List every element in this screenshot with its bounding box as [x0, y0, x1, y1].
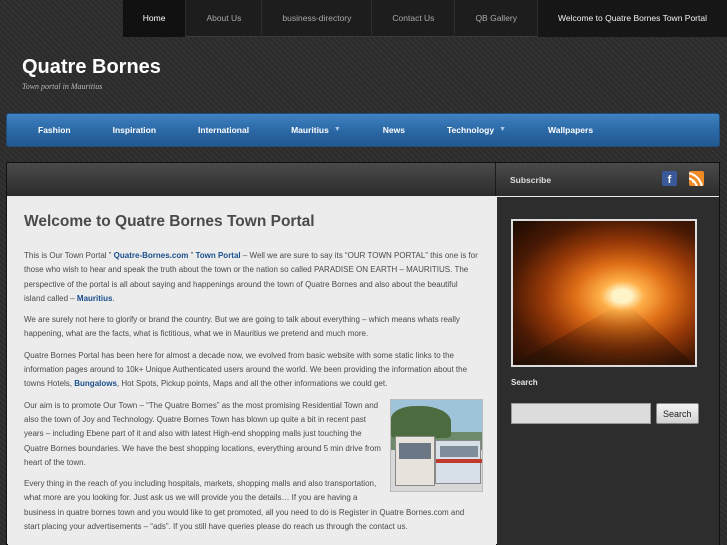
main-menu: Fashion Inspiration International Maurit… [6, 113, 720, 147]
menu-item-label: Inspiration [112, 125, 157, 135]
content-header-bar: Subscribe f [7, 163, 719, 196]
header-bar-left [7, 163, 496, 196]
menu-item-label: News [382, 125, 405, 135]
menu-item-news[interactable]: News [362, 113, 426, 147]
post-paragraph: Quatre Bornes Portal has been here for a… [24, 350, 468, 389]
topnav-contact-us[interactable]: Contact Us [371, 0, 454, 37]
facebook-icon[interactable]: f [662, 171, 677, 186]
sidebar: Search Search [497, 197, 719, 545]
search-button[interactable]: Search [656, 403, 699, 424]
tunnel-photo [511, 219, 697, 367]
content-wrapper: Subscribe f Welcome to Quatre Bornes Tow… [6, 162, 720, 545]
topnav-business-directory[interactable]: business-directory [261, 0, 371, 37]
search-form: Search [511, 403, 706, 424]
bus-photo [390, 398, 483, 492]
menu-item-fashion[interactable]: Fashion [17, 113, 92, 147]
menu-item-label: Technology [447, 125, 495, 135]
main-post: Welcome to Quatre Bornes Town Portal Thi… [8, 197, 496, 545]
menu-item-technology[interactable]: Technology ▼ [426, 113, 527, 147]
menu-item-label: Wallpapers [548, 125, 594, 135]
menu-item-mauritius[interactable]: Mauritius ▼ [270, 113, 362, 147]
post-paragraph: This is Our Town Portal ” Quatre-Bornes.… [24, 251, 478, 303]
rss-icon[interactable] [689, 171, 704, 186]
menu-item-label: International [198, 125, 250, 135]
chevron-down-icon: ▼ [333, 126, 341, 133]
site-tagline: Town portal in Mauritius [22, 82, 103, 91]
topnav-welcome[interactable]: Welcome to Quatre Bornes Town Portal [537, 0, 727, 37]
menu-item-label: Mauritius [291, 125, 329, 135]
chevron-down-icon: ▼ [499, 126, 507, 133]
link-bungalows[interactable]: Bungalows [74, 379, 117, 388]
post-title: Welcome to Quatre Bornes Town Portal [24, 213, 315, 230]
menu-item-inspiration[interactable]: Inspiration [92, 113, 177, 147]
topnav-home[interactable]: Home [121, 0, 186, 37]
post-paragraph: We are surely not here to glorify or bra… [24, 315, 460, 339]
link-town-portal[interactable]: Town Portal [195, 251, 240, 260]
subscribe-label: Subscribe [510, 174, 552, 185]
header-bar-right: Subscribe f [496, 163, 719, 196]
search-input[interactable] [511, 403, 651, 424]
menu-item-label: Fashion [38, 125, 71, 135]
topnav-about-us[interactable]: About Us [185, 0, 261, 37]
search-label: Search [511, 378, 538, 387]
site-title[interactable]: Quatre Bornes [22, 56, 161, 79]
link-quatre-bornes-com[interactable]: Quatre-Bornes.com [114, 251, 189, 260]
topnav-qb-gallery[interactable]: QB Gallery [454, 0, 537, 37]
top-navigation: Home About Us business-directory Contact… [121, 0, 727, 37]
menu-item-international[interactable]: International [177, 113, 270, 147]
menu-item-wallpapers[interactable]: Wallpapers [527, 113, 614, 147]
link-mauritius[interactable]: Mauritius [77, 294, 113, 303]
